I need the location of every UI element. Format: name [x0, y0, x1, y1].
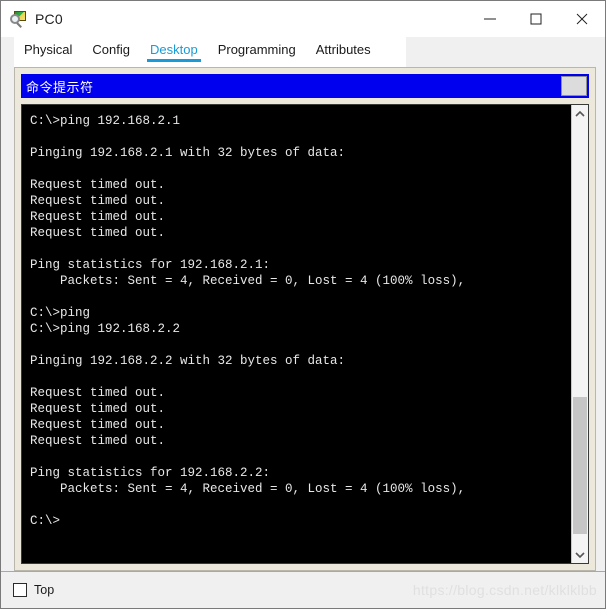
- tab-desktop[interactable]: Desktop: [140, 37, 208, 62]
- tab-attributes[interactable]: Attributes: [306, 37, 381, 62]
- tab-physical-label: Physical: [24, 42, 73, 57]
- scroll-up-icon[interactable]: [572, 105, 588, 122]
- close-button[interactable]: [559, 1, 605, 37]
- terminal-line: Pinging 192.168.2.1 with 32 bytes of dat…: [30, 146, 346, 160]
- terminal-line: C:\>ping: [30, 306, 91, 320]
- terminal-line: C:\>ping 192.168.2.2: [30, 322, 181, 336]
- tab-config-label: Config: [92, 42, 130, 57]
- tab-attributes-label: Attributes: [315, 42, 371, 57]
- terminal-line: Ping statistics for 192.168.2.1:: [30, 258, 271, 272]
- maximize-button[interactable]: [513, 1, 559, 37]
- scroll-down-icon[interactable]: [572, 546, 588, 563]
- command-prompt-caption-button[interactable]: [561, 76, 587, 96]
- terminal-line: Request timed out.: [30, 226, 166, 240]
- command-prompt-caption-bar: 命令提示符: [21, 74, 589, 98]
- desktop-tab-content: 命令提示符 C:\>ping 192.168.2.1 Pinging 192.1…: [1, 67, 605, 608]
- device-icon: [10, 10, 28, 28]
- bottom-bar: Top https://blog.csdn.net/klklklbb: [1, 571, 605, 608]
- tab-list: Physical Config Desktop Programming Attr…: [14, 37, 406, 67]
- top-checkbox-row[interactable]: Top: [13, 583, 54, 597]
- terminal-line: C:\>: [30, 514, 61, 528]
- window-titlebar: PC0: [1, 1, 605, 37]
- window-controls: [467, 1, 605, 37]
- tab-config[interactable]: Config: [82, 37, 140, 62]
- terminal-line: Request timed out.: [30, 402, 166, 416]
- terminal-line: Ping statistics for 192.168.2.2:: [30, 466, 271, 480]
- terminal-line: Request timed out.: [30, 194, 166, 208]
- magnifier-handle-shape: [16, 22, 22, 28]
- titlebar-left-group: PC0: [1, 10, 63, 28]
- command-prompt-title: 命令提示符: [26, 79, 94, 95]
- terminal-line: Request timed out.: [30, 434, 166, 448]
- window-title: PC0: [35, 11, 63, 27]
- tab-desktop-label: Desktop: [150, 42, 198, 57]
- top-checkbox[interactable]: [13, 583, 27, 597]
- terminal-line: Packets: Sent = 4, Received = 0, Lost = …: [30, 482, 466, 496]
- tab-programming[interactable]: Programming: [208, 37, 306, 62]
- command-prompt-panel: 命令提示符 C:\>ping 192.168.2.1 Pinging 192.1…: [14, 67, 596, 571]
- terminal-frame: C:\>ping 192.168.2.1 Pinging 192.168.2.1…: [21, 104, 589, 564]
- terminal-output[interactable]: C:\>ping 192.168.2.1 Pinging 192.168.2.1…: [22, 105, 571, 563]
- terminal-line: Request timed out.: [30, 210, 166, 224]
- watermark-text: https://blog.csdn.net/klklklbb: [412, 582, 597, 598]
- terminal-line: Request timed out.: [30, 178, 166, 192]
- terminal-line: C:\>ping 192.168.2.1: [30, 114, 181, 128]
- pc0-window: PC0 Physical Config Desktop Programming …: [0, 0, 606, 609]
- terminal-line: Request timed out.: [30, 418, 166, 432]
- terminal-line: Pinging 192.168.2.2 with 32 bytes of dat…: [30, 354, 346, 368]
- tab-strip: Physical Config Desktop Programming Attr…: [1, 37, 605, 67]
- terminal-line: Request timed out.: [30, 386, 166, 400]
- terminal-scrollbar[interactable]: [571, 105, 588, 563]
- tab-programming-label: Programming: [217, 42, 296, 57]
- terminal-line: Packets: Sent = 4, Received = 0, Lost = …: [30, 274, 466, 288]
- minimize-button[interactable]: [467, 1, 513, 37]
- tab-physical[interactable]: Physical: [14, 37, 82, 62]
- scrollbar-thumb[interactable]: [573, 397, 587, 534]
- top-checkbox-label: Top: [34, 583, 55, 597]
